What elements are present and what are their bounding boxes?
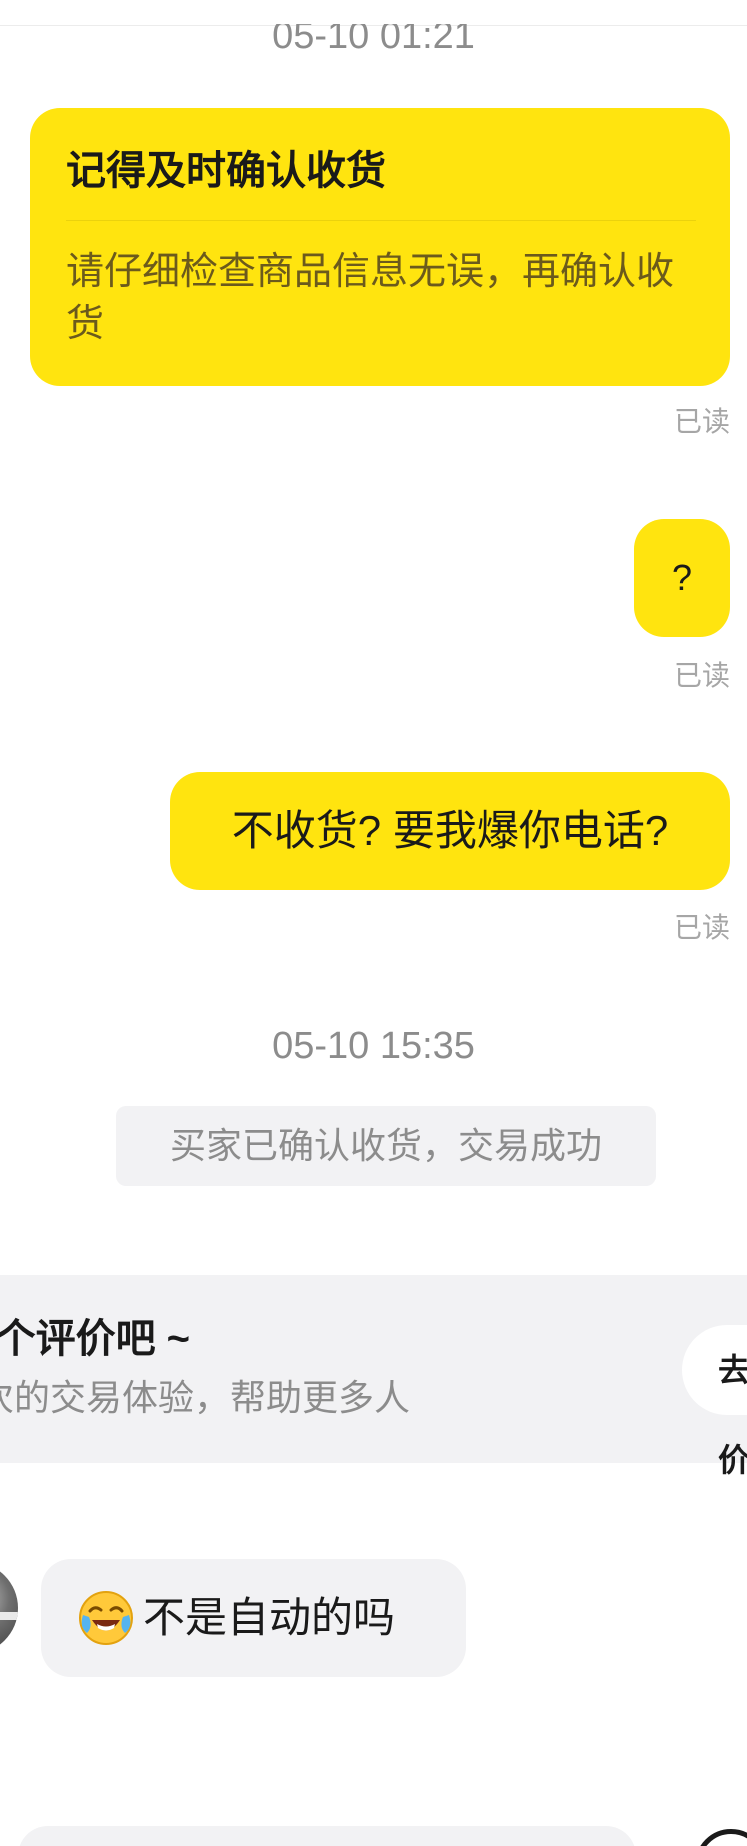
confirm-receipt-reminder-card[interactable]: 记得及时确认收货 请仔细检查商品信息无误，再确认收货 <box>30 108 730 386</box>
buyer-message-bubble[interactable]: 不是自动的吗 <box>41 1559 466 1677</box>
read-receipt: 已读 <box>673 912 730 943</box>
review-prompt-subtitle-text: 分享这次的交易体验，帮助更多人 <box>0 1377 411 1418</box>
timestamp: 05-10 01:21 <box>272 15 475 57</box>
seller-message-bubble[interactable]: ? <box>634 519 730 637</box>
read-receipt: 已读 <box>673 406 730 437</box>
review-prompt-card[interactable]: 给ta一个评价吧 ~ 分享这次的交易体验，帮助更多人 去评价 <box>0 1275 747 1478</box>
chat-screen: 05-10 01:21 记得及时确认收货 请仔细检查商品信息无误，再确认收货 已… <box>0 0 747 1846</box>
go-review-button[interactable]: 去评价 <box>682 1325 747 1478</box>
seller-message-bubble[interactable]: 不收货? 要我爆你电话? <box>170 772 730 890</box>
buyer-message-text: 不是自动的吗 <box>143 1594 396 1641</box>
reminder-divider <box>66 220 696 221</box>
review-prompt-title-text: 给ta一个评价吧 ~ <box>0 1317 191 1361</box>
reminder-title: 记得及时确认收货 <box>66 149 386 193</box>
crying-laughing-emoji-icon <box>79 1591 133 1645</box>
message-input[interactable] <box>18 1826 636 1846</box>
more-actions-button[interactable] <box>695 1829 747 1846</box>
review-prompt-subtitle: 分享这次的交易体验，帮助更多人 <box>0 1375 410 1421</box>
review-prompt-title: 给ta一个评价吧 ~ <box>0 1315 190 1363</box>
buyer-avatar[interactable] <box>0 1562 18 1654</box>
avatar-detail <box>0 1612 18 1620</box>
system-notice: 买家已确认收货，交易成功 <box>116 1106 656 1186</box>
reminder-body: 请仔细检查商品信息无误，再确认收货 <box>66 251 675 345</box>
read-receipt: 已读 <box>673 660 730 691</box>
timestamp: 05-10 15:35 <box>272 1025 475 1067</box>
